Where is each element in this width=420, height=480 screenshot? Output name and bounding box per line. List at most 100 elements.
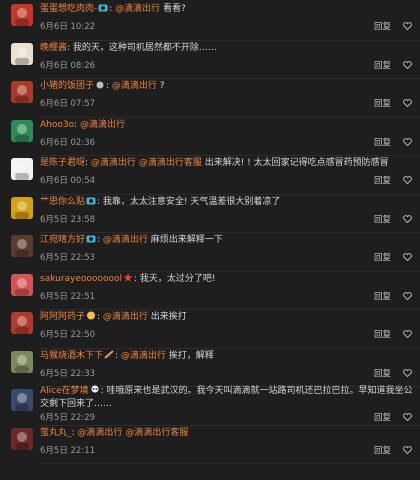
camera-icon [86,197,96,204]
comment-actions: 回复 [362,444,412,456]
comment-text: 挨打，解释 [165,350,214,361]
username-link[interactable]: 阿阿阿药子 [40,312,85,322]
reply-button[interactable]: 回复 [374,369,391,379]
reply-button[interactable]: 回复 [374,99,391,109]
reply-button[interactable]: 回复 [374,292,391,302]
timestamp: 6月5日 23:58 [40,214,96,225]
username-link[interactable]: Ahoo3o [40,120,74,130]
heart-icon [403,413,412,421]
comment-item: 阿阿阿药子: @滴滴出行 出来挨打 6月5日 22:50 回复 [0,310,420,349]
like-button[interactable] [403,137,412,148]
comment-item: 晚樱酱: 我的天，这种司机居然都不开除…… 6月6日 08:26 回复 [0,41,420,79]
timestamp: 6月5日 22:11 [40,445,96,456]
star-icon [123,272,133,282]
comment-actions: 回复 [362,367,412,379]
cloud-icon [96,81,104,89]
username-link[interactable]: 江宛晴方好 [40,235,85,245]
reply-button[interactable]: 回复 [374,176,391,186]
reply-button[interactable]: 回复 [374,22,391,32]
username-link[interactable]: Alice在梦境 [40,386,89,396]
mention-link[interactable]: @滴滴出行客服 [125,428,188,438]
username-link[interactable]: 蛋蛋想吃肉肉- [40,4,97,14]
firework-icon [104,349,114,359]
like-button[interactable] [403,214,412,225]
comment-list: 蛋蛋想吃肉肉-: @滴滴出行 看看? 6月6日 10:22 回复 晚樱酱: 我的天，这… [0,0,420,480]
avatar[interactable] [11,273,33,296]
mention-link[interactable]: @滴滴出行客服 [139,158,202,168]
like-button[interactable] [403,291,412,302]
comment-body: sakurayeoooooool: 我天，太过分了吧! [40,272,414,286]
heart-icon [403,60,412,69]
reply-button[interactable]: 回复 [374,413,391,423]
mention-link[interactable]: @滴滴出行 [80,120,125,130]
heart-icon [403,137,412,146]
avatar[interactable] [11,158,33,180]
mention-link[interactable]: @滴滴出行 [103,312,148,322]
timestamp: 6月6日 08:26 [40,60,96,71]
username-link[interactable]: 马猴烧酒木下下 [40,351,103,361]
comment-item: 蛋蛋想吃肉肉-: @滴滴出行 看看? 6月6日 10:22 回复 [0,2,420,41]
avatar[interactable] [11,119,33,142]
heart-icon [403,176,412,184]
mention-link[interactable]: @滴滴出行 [112,81,157,91]
heart-icon [403,368,412,377]
username-link[interactable]: 小猪的饭团子 [40,81,94,91]
comment-text: : 我靠，太太注意安全! 天气温差很大别着凉了 [97,196,281,207]
comment-item: 马猴烧酒木下下: @滴滴出行 挨打，解释 6月5日 22:33 回复 [0,349,420,387]
reply-button[interactable]: 回复 [374,138,391,148]
username-link[interactable]: 是陈子君呀 [40,158,85,168]
like-button[interactable] [403,368,412,379]
comment-actions: 回复 [362,213,412,225]
camera-icon [98,4,108,12]
avatar[interactable] [11,196,33,219]
reply-button[interactable]: 回复 [374,446,391,456]
comment-actions: 回复 [362,411,412,423]
like-button[interactable] [403,413,412,423]
reply-button[interactable]: 回复 [374,330,391,340]
skull-icon [91,385,99,393]
mention-link[interactable]: @滴滴出行 [77,428,122,438]
like-button[interactable] [403,22,412,32]
comment-body: 晚樱酱: 我的天，这种司机居然都不开除…… [40,42,414,55]
comment-body: 是陈子君呀: @滴滴出行 @滴滴出行客服 出来解决! ! 太太回家记得吃点感冒药… [40,158,389,168]
comment-item: sakurayeoooooool: 我天，太过分了吧! 6月5日 22:51 回复 [0,272,420,310]
comment-body: Alice在梦境: 哇哦原来也是武汉的。我今天叫滴滴就一站路司机还巴拉巴拉。早知… [40,385,414,411]
timestamp: 6月6日 02:36 [40,137,96,148]
like-button[interactable] [403,99,412,109]
avatar[interactable] [11,389,33,411]
like-button[interactable] [403,445,412,456]
divider [40,463,420,464]
avatar[interactable] [11,427,33,450]
mention-link[interactable]: @滴滴出行 [103,235,148,245]
avatar[interactable] [11,42,33,65]
username-link[interactable]: 萤丸丸_ [40,428,72,438]
reply-button[interactable]: 回复 [374,253,391,263]
comment-text: 出来解决! ! 太太回家记得吃点感冒药预防感冒 [201,158,389,168]
timestamp: 6月6日 00:54 [40,176,96,186]
like-button[interactable] [403,253,412,263]
heart-icon [403,445,412,454]
comment-actions: 回复 [362,290,412,302]
timestamp: 6月5日 22:33 [40,368,96,379]
mention-link[interactable]: @滴滴出行 [91,158,136,168]
username-link[interactable]: sakurayeoooooool [40,274,122,284]
mention-link[interactable]: @滴滴出行 [115,4,160,14]
timestamp: 6月5日 22:50 [40,330,96,340]
avatar[interactable] [11,4,33,26]
reply-button[interactable]: 回复 [374,61,391,71]
username-link[interactable]: 艹思你么贴 [40,197,85,207]
like-button[interactable] [403,60,412,71]
like-button[interactable] [403,330,412,340]
avatar[interactable] [11,350,33,373]
mention-link[interactable]: @滴滴出行 [121,351,166,361]
heart-icon [403,253,412,261]
avatar[interactable] [11,81,33,103]
like-button[interactable] [403,176,412,186]
comment-body: 萤丸丸_: @滴滴出行 @滴滴出行客服 [40,427,189,438]
username-link[interactable]: 晚樱酱 [40,43,67,53]
avatar[interactable] [11,312,33,334]
comment-body: 江宛晴方好: @滴滴出行 麻烦出来解释一下 [40,235,223,245]
reply-button[interactable]: 回复 [374,215,391,225]
avatar[interactable] [11,235,33,257]
comment-actions: 回复 [362,174,412,186]
